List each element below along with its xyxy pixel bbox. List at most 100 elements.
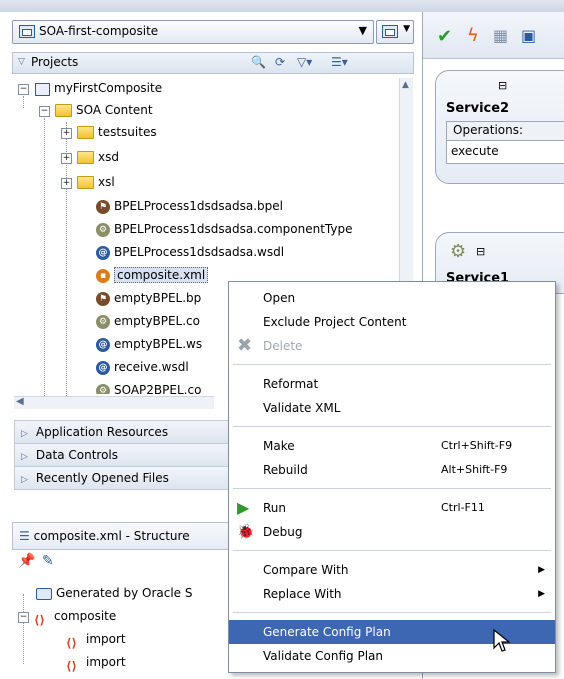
service-gear-icon: ⚙ — [450, 241, 467, 262]
tree-item-label: SOA Content — [76, 103, 153, 117]
menu-item-rebuild[interactable]: Rebuild Alt+Shift-F9 — [229, 458, 555, 482]
checkmark-icon[interactable]: ✔ — [437, 26, 452, 47]
pin-icon[interactable]: 📌 — [18, 553, 35, 569]
submenu-arrow-icon: ▶ — [538, 565, 545, 575]
structure-item-import-1[interactable]: ⟨⟩ import — [66, 629, 126, 650]
tree-item-label: xsd — [98, 150, 119, 164]
menu-item-label: Run — [263, 501, 287, 515]
xml-element-icon: ⟨⟩ — [34, 612, 45, 627]
layout-icon[interactable]: ▣ — [521, 26, 536, 45]
menu-item-debug[interactable]: 🐞 Debug — [229, 520, 555, 544]
wsdl-icon: @ — [96, 360, 110, 375]
tree-item-componenttype[interactable]: ⚙ BPELProcess1dsdsadsa.componentType — [96, 219, 352, 240]
structure-item-generated[interactable]: Generated by Oracle S — [36, 583, 193, 604]
debug-bug-icon: 🐞 — [237, 524, 255, 540]
menu-item-compare-with[interactable]: Compare With ▶ — [229, 558, 555, 582]
operation-label: execute — [451, 144, 499, 158]
tree-line — [44, 118, 45, 408]
application-selector[interactable]: SOA-first-composite ▼ — [12, 20, 374, 44]
tree-item-xsl[interactable]: + xsl — [61, 172, 115, 193]
tree-item-receive-wsdl[interactable]: @ receive.wsdl — [96, 357, 189, 378]
menu-item-delete[interactable]: ✖ Delete — [229, 334, 555, 358]
menu-item-run[interactable]: ▶ Run Ctrl-F11 — [229, 496, 555, 520]
projects-header[interactable]: ▽ Projects 🔍 ⟳ ▽▾ ☰▾ — [12, 52, 414, 74]
service2-box[interactable]: ⊟ Service2 Operations: execute — [435, 70, 564, 184]
folder-icon — [77, 126, 94, 139]
component-icon: ⚙ — [96, 222, 110, 237]
component-icon: ⚙ — [96, 383, 110, 394]
menu-item-validate-xml[interactable]: Validate XML — [229, 396, 555, 420]
tree-item-wsdl[interactable]: @ BPELProcess1dsdsadsa.wsdl — [96, 242, 284, 263]
projects-title: Projects — [31, 55, 79, 69]
structure-item-composite[interactable]: − ⟨⟩ composite — [18, 606, 116, 627]
menu-item-shortcut: Ctrl+Shift-F9 — [441, 439, 513, 452]
options-icon[interactable]: ☰▾ — [331, 55, 348, 69]
lightning-icon[interactable]: ϟ — [467, 25, 479, 46]
delete-icon: ✖ — [237, 335, 253, 356]
expand-triangle-icon: ▷ — [21, 475, 28, 485]
menu-separator — [233, 364, 551, 365]
collapse-triangle-icon[interactable]: ▽ — [18, 57, 25, 67]
operation-row[interactable]: execute — [446, 140, 564, 164]
tree-item-root[interactable]: − myFirstComposite — [18, 78, 162, 99]
collapse-icon[interactable]: ⊟ — [498, 79, 507, 92]
expand-icon[interactable]: + — [61, 153, 72, 164]
structure-toolbar: 📌 ✎ — [12, 550, 228, 574]
menu-item-open[interactable]: Open — [229, 286, 555, 310]
expand-triangle-icon: ▷ — [21, 452, 28, 462]
tree-item-testsuites[interactable]: + testsuites — [61, 122, 157, 143]
menu-separator — [233, 426, 551, 427]
collapse-icon[interactable]: ⊟ — [476, 245, 485, 258]
collapse-icon[interactable]: − — [39, 106, 50, 117]
menu-item-make[interactable]: Make Ctrl+Shift-F9 — [229, 434, 555, 458]
menu-item-exclude[interactable]: Exclude Project Content — [229, 310, 555, 334]
xml-element-icon: ⟨⟩ — [66, 635, 77, 650]
collapse-icon[interactable]: − — [18, 84, 29, 95]
find-icon[interactable]: 🔍 — [251, 55, 266, 69]
bpel-icon: ⚑ — [96, 199, 110, 214]
menu-item-shortcut: Alt+Shift-F9 — [441, 463, 508, 476]
structure-item-label: Generated by Oracle S — [56, 586, 193, 600]
collapse-icon[interactable]: − — [18, 612, 29, 623]
tree-item-emptybpel-wsdl[interactable]: @ emptyBPEL.ws — [96, 334, 202, 355]
tree-item-emptybpel-bpel[interactable]: ⚑ emptyBPEL.bp — [96, 288, 201, 309]
scroll-left-icon[interactable]: ◀ — [16, 396, 24, 407]
horizontal-scrollbar[interactable]: ◀ — [14, 396, 214, 409]
tree-item-soap2bpel[interactable]: ⚙ SOAP2BPEL.co — [96, 380, 201, 394]
menu-item-label: Delete — [263, 339, 303, 353]
tree-item-soa-content[interactable]: − SOA Content — [39, 100, 153, 121]
accordion-label: Recently Opened Files — [35, 471, 169, 485]
application-icon — [19, 25, 35, 38]
refresh-icon[interactable]: ⟳ — [275, 55, 285, 69]
application-menu-button[interactable]: ▼ — [376, 20, 414, 44]
menu-item-label: Replace With — [263, 587, 342, 601]
structure-panel-header[interactable]: ☰ composite.xml - Structure — [12, 522, 230, 550]
tree-item-label: xsl — [98, 175, 115, 189]
tree-item-composite-xml[interactable]: ▪ composite.xml — [96, 265, 209, 286]
tree-item-emptybpel-component[interactable]: ⚙ emptyBPEL.co — [96, 311, 200, 332]
component-icon: ⚙ — [96, 314, 110, 329]
menu-item-label: Validate Config Plan — [263, 649, 384, 663]
chevron-down-icon[interactable]: ▼ — [359, 24, 367, 37]
submenu-arrow-icon: ▶ — [538, 589, 545, 599]
menu-item-replace-with[interactable]: Replace With ▶ — [229, 582, 555, 606]
application-selector-label: SOA-first-composite — [39, 24, 159, 38]
expand-icon[interactable]: + — [61, 128, 72, 139]
deploy-icon[interactable]: ▦ — [493, 26, 508, 45]
edit-icon[interactable]: ✎ — [42, 553, 54, 569]
menu-item-label: Rebuild — [263, 463, 308, 477]
operations-label: Operations: — [453, 123, 524, 137]
menu-item-reformat[interactable]: Reformat — [229, 372, 555, 396]
filter-icon[interactable]: ▽▾ — [297, 55, 312, 69]
menu-item-label: Make — [263, 439, 295, 453]
tree-line — [23, 594, 24, 664]
tree-item-bpel[interactable]: ⚑ BPELProcess1dsdsadsa.bpel — [96, 196, 283, 217]
chevron-down-icon: ▼ — [403, 24, 410, 34]
menu-item-label: Reformat — [263, 377, 319, 391]
expand-icon[interactable]: + — [61, 178, 72, 189]
structure-item-import-2[interactable]: ⟨⟩ import — [66, 652, 126, 673]
tree-item-label: testsuites — [98, 125, 157, 139]
tree-item-xsd[interactable]: + xsd — [61, 147, 119, 168]
structure-item-label: import — [86, 632, 126, 646]
scroll-up-icon[interactable]: ▲ — [402, 80, 409, 90]
